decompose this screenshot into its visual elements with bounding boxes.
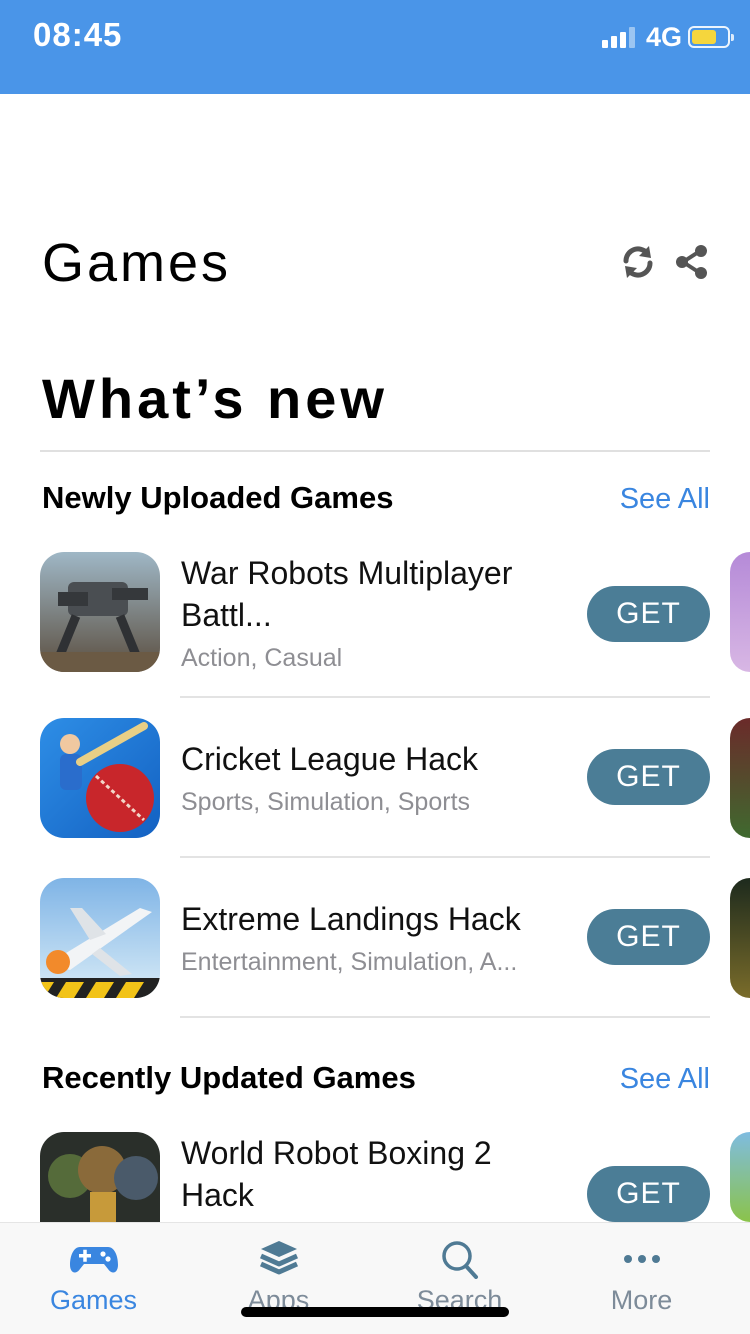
world-robot-boxing-app-icon[interactable] xyxy=(40,1132,160,1222)
cricket-league-app-icon[interactable] xyxy=(40,718,160,838)
get-button[interactable]: GET xyxy=(587,749,710,805)
app-name: Extreme Landings Hack xyxy=(181,901,521,937)
newly-uploaded-heading: Newly Uploaded Games xyxy=(42,480,394,515)
divider xyxy=(180,1016,710,1018)
peek-app-icon[interactable] xyxy=(730,878,750,998)
peek-app-icon[interactable] xyxy=(730,1132,750,1222)
see-all-newly-uploaded[interactable]: See All xyxy=(620,483,710,516)
tab-more[interactable]: More xyxy=(548,1223,735,1334)
network-label: 4G xyxy=(645,21,682,52)
tab-bar: Games Apps Search More xyxy=(0,1222,750,1334)
app-name: War Robots Multiplayer Battl... xyxy=(181,555,513,633)
get-button[interactable]: GET xyxy=(587,586,710,642)
tab-label: More xyxy=(610,1285,673,1315)
get-button[interactable]: GET xyxy=(587,1166,710,1222)
recently-updated-heading: Recently Updated Games xyxy=(42,1060,416,1095)
layers-icon xyxy=(259,1241,298,1275)
status-time: 08:45 xyxy=(33,16,123,53)
war-robots-app-icon[interactable] xyxy=(40,552,160,672)
more-dots-icon xyxy=(623,1255,660,1263)
app-category: Action, Casual xyxy=(181,644,343,672)
share-icon[interactable] xyxy=(672,242,712,282)
app-category: Sports, Simulation, Sports xyxy=(181,788,471,816)
page-title: Games xyxy=(42,233,232,293)
divider xyxy=(40,450,710,452)
status-indicators: 4G xyxy=(601,21,734,52)
battery-icon xyxy=(688,26,734,48)
signal-icon xyxy=(601,26,638,48)
divider xyxy=(180,856,710,858)
gamepad-icon xyxy=(69,1247,118,1273)
tab-label: Games xyxy=(49,1285,138,1315)
peek-app-icon[interactable] xyxy=(730,552,750,672)
peek-app-icon[interactable] xyxy=(730,718,750,838)
refresh-icon[interactable] xyxy=(618,242,658,282)
status-bar: 08:45 4G xyxy=(0,0,750,94)
extreme-landings-app-icon[interactable] xyxy=(40,878,160,998)
home-indicator xyxy=(241,1307,509,1317)
tab-apps[interactable]: Apps xyxy=(185,1223,372,1334)
app-name: Cricket League Hack xyxy=(181,741,479,777)
app-category: Entertainment, Simulation, A... xyxy=(181,948,518,976)
whats-new-heading: What’s new xyxy=(42,367,388,430)
app-name: World Robot Boxing 2 Hack xyxy=(181,1135,492,1213)
tab-games[interactable]: Games xyxy=(0,1223,187,1334)
get-button[interactable]: GET xyxy=(587,909,710,965)
search-icon xyxy=(441,1241,478,1279)
divider xyxy=(180,696,710,698)
see-all-recently-updated[interactable]: See All xyxy=(620,1063,710,1096)
tab-search[interactable]: Search xyxy=(366,1223,553,1334)
